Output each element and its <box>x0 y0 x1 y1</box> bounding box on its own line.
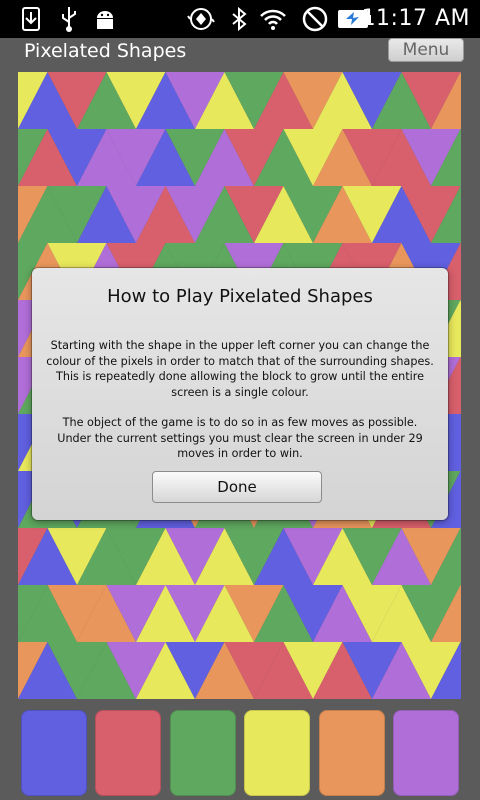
dialog-title: How to Play Pixelated Shapes <box>107 286 373 307</box>
clock: 11:17 AM <box>361 6 470 31</box>
menu-button[interactable]: Menu <box>388 38 464 62</box>
color-button-orange[interactable] <box>319 710 385 796</box>
download-icon <box>22 7 40 31</box>
status-bar: 11:17 AM <box>0 0 480 38</box>
dialog-paragraph-2: The object of the game is to do so in as… <box>57 416 423 460</box>
done-button[interactable]: Done <box>152 471 322 503</box>
no-signal-icon <box>302 6 328 32</box>
color-button-purple[interactable] <box>393 710 459 796</box>
android-debug-icon <box>97 11 113 29</box>
dialog-paragraph-1: Starting with the shape in the upper lef… <box>46 339 434 399</box>
title-bar: Pixelated Shapes Menu <box>0 38 480 66</box>
color-button-blue[interactable] <box>21 710 87 796</box>
dialog-body: Starting with the shape in the upper lef… <box>46 338 434 477</box>
color-button-green[interactable] <box>170 710 236 796</box>
color-button-yellow[interactable] <box>244 710 310 796</box>
rotate-icon <box>187 8 215 30</box>
color-button-red[interactable] <box>95 710 161 796</box>
bluetooth-icon <box>232 6 247 32</box>
app-title: Pixelated Shapes <box>24 40 187 62</box>
wifi-icon <box>260 9 286 30</box>
how-to-play-dialog: How to Play Pixelated Shapes Starting wi… <box>32 268 448 520</box>
usb-icon <box>62 7 76 32</box>
color-palette <box>0 700 480 800</box>
